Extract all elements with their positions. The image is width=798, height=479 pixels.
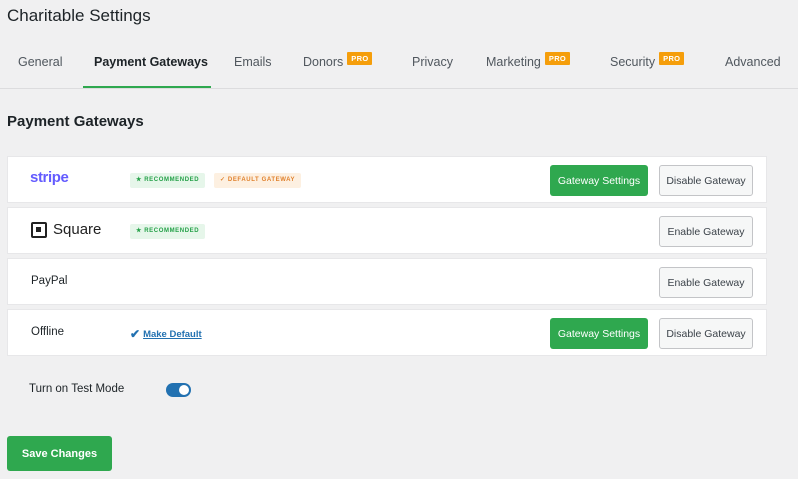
toggle-knob xyxy=(179,385,189,395)
square-logo-text: Square xyxy=(53,221,102,238)
gateway-name: Offline xyxy=(31,326,65,338)
tab-privacy[interactable]: Privacy xyxy=(412,40,453,88)
tab-marketing[interactable]: Marketing PRO xyxy=(486,40,571,88)
tab-advanced[interactable]: Advanced xyxy=(725,40,781,88)
recommended-badge: ★ RECOMMENDED xyxy=(130,224,206,239)
gateway-row-offline: Offline ✔ Make Default Gateway Settings … xyxy=(7,309,767,356)
tab-label: Emails xyxy=(234,55,272,69)
tab-label: Payment Gateways xyxy=(94,55,208,69)
make-default-link[interactable]: Make Default xyxy=(143,329,202,340)
checkmark-icon: ✔ xyxy=(130,327,141,341)
gateway-row-stripe: stripe ★ RECOMMENDED ✓ DEFAULT GATEWAY G… xyxy=(7,156,767,203)
test-mode-toggle[interactable] xyxy=(166,383,191,397)
tab-general[interactable]: General xyxy=(18,40,62,88)
test-mode-label: Turn on Test Mode xyxy=(29,383,125,395)
page-title: Charitable Settings xyxy=(7,6,151,25)
pro-badge: PRO xyxy=(544,52,571,65)
tab-label: Donors xyxy=(303,55,344,69)
tab-label: Privacy xyxy=(412,55,453,69)
tab-label: Marketing xyxy=(486,55,541,69)
section-title: Payment Gateways xyxy=(7,113,144,130)
gateway-row-paypal: PayPal Enable Gateway xyxy=(7,258,767,305)
pro-badge: PRO xyxy=(659,52,685,65)
tab-label: Security xyxy=(610,55,656,69)
tab-payment-gateways[interactable]: Payment Gateways xyxy=(83,40,211,88)
gateway-row-square: Square ★ RECOMMENDED Enable Gateway xyxy=(7,207,767,254)
square-logo: Square xyxy=(31,221,101,238)
stripe-logo: stripe xyxy=(30,169,69,186)
disable-gateway-button[interactable]: Disable Gateway xyxy=(659,318,753,349)
enable-gateway-button[interactable]: Enable Gateway xyxy=(659,216,753,247)
gateway-settings-button[interactable]: Gateway Settings xyxy=(550,165,648,196)
gateway-settings-button[interactable]: Gateway Settings xyxy=(550,318,648,349)
disable-gateway-button[interactable]: Disable Gateway xyxy=(659,165,753,196)
pro-badge: PRO xyxy=(347,52,373,65)
tab-security[interactable]: Security PRO xyxy=(610,40,685,88)
tab-label: General xyxy=(18,55,63,69)
tab-label: Advanced xyxy=(725,55,781,69)
enable-gateway-button[interactable]: Enable Gateway xyxy=(659,267,753,298)
make-default-control: ✔ Make Default xyxy=(130,327,202,341)
square-icon xyxy=(31,221,47,238)
gateway-name: PayPal xyxy=(31,275,68,287)
default-gateway-badge: ✓ DEFAULT GATEWAY xyxy=(214,173,302,188)
save-changes-button[interactable]: Save Changes xyxy=(7,436,112,471)
tab-emails[interactable]: Emails xyxy=(234,40,272,88)
tab-donors[interactable]: Donors PRO xyxy=(303,40,373,88)
settings-tabs: General Payment Gateways Emails Donors PR… xyxy=(0,40,798,89)
recommended-badge: ★ RECOMMENDED xyxy=(130,173,206,188)
